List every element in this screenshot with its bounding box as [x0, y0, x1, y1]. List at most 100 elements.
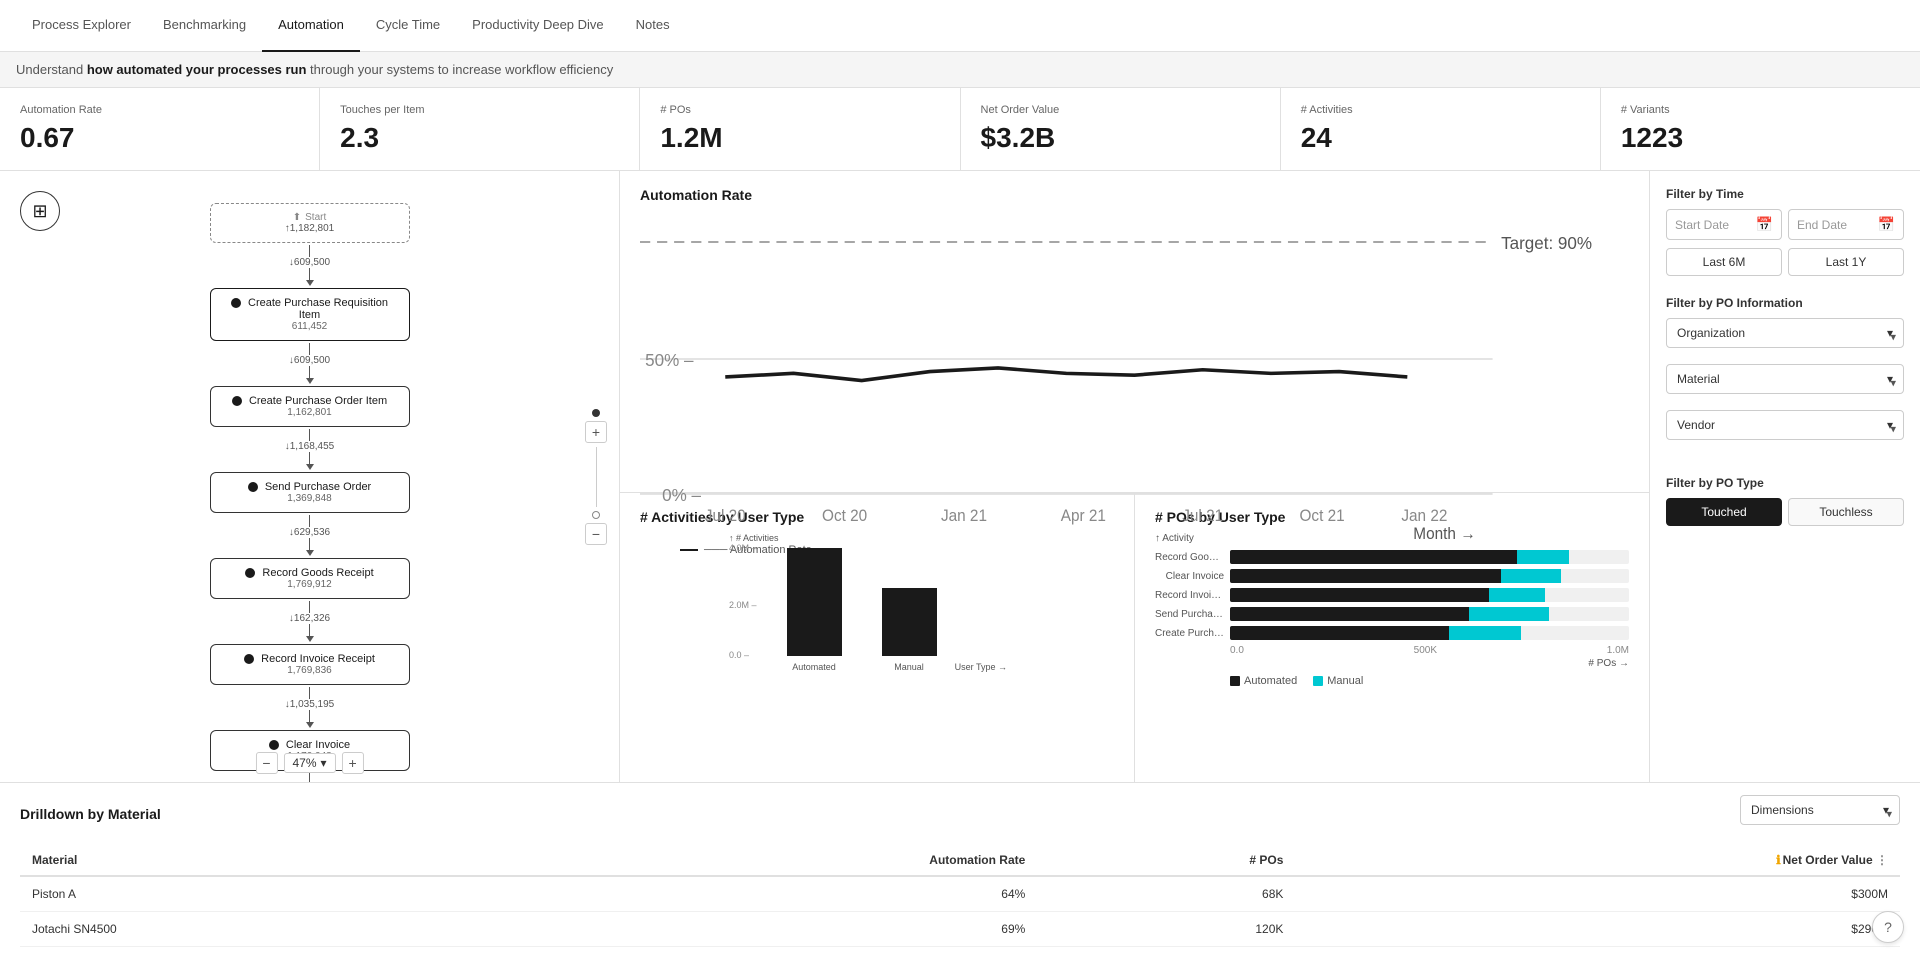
zoom-out-btn[interactable]: − — [585, 523, 607, 545]
clear-invoice-label: Clear Invoice — [286, 739, 350, 751]
ar-jotachi: 69% — [504, 912, 1038, 947]
kpi-pos: # POs 1.2M — [640, 88, 960, 170]
ar-chart-title: Automation Rate — [640, 187, 752, 203]
last-1y-btn[interactable]: Last 1Y — [1788, 248, 1904, 276]
x-label-oct21: Oct 21 — [1299, 508, 1344, 525]
flow-node-create-pr[interactable]: Create Purchase Requisition Item 611,452 — [210, 288, 410, 341]
app-root: Process Explorer Benchmarking Automation… — [0, 0, 1920, 959]
x-label-jan21: Jan 21 — [941, 508, 987, 525]
hbar-label-ci: Clear Invoice — [1155, 571, 1230, 582]
arrow2-label: ↓609,500 — [289, 355, 330, 366]
material-dropdown[interactable]: Material ▾ — [1666, 364, 1904, 394]
last-6m-btn[interactable]: Last 6M — [1666, 248, 1782, 276]
ar-line — [725, 368, 1407, 381]
hbar-auto-ri — [1230, 588, 1489, 602]
hbar-record-invoice: Record Invoice... — [1155, 588, 1629, 602]
col-automation-rate: Automation Rate — [504, 845, 1038, 876]
dot-clear-invoice — [269, 740, 279, 750]
right-filter-panel: Filter by Time Start Date 📅 End Date 📅 L… — [1650, 171, 1920, 782]
y-0: 0.0 – — [729, 650, 749, 660]
dimensions-dropdown[interactable]: Dimensions ▾ — [1740, 795, 1900, 825]
tab-notes[interactable]: Notes — [620, 0, 686, 52]
arrow3-label: ↓1,168,455 — [285, 441, 335, 452]
material-jotachi: Jotachi SN4500 — [20, 912, 504, 947]
touchless-btn[interactable]: Touchless — [1788, 498, 1904, 526]
process-panel: ⊞ + − ⬆ — [0, 171, 620, 782]
record-gr-label: Record Goods Receipt — [262, 567, 373, 579]
hbar-track-ri — [1230, 588, 1629, 602]
vendor-dropdown[interactable]: Vendor ▾ — [1666, 410, 1904, 440]
zoom-track — [596, 447, 597, 507]
hbar-manual-ri — [1489, 588, 1545, 602]
start-date-input[interactable]: Start Date 📅 — [1666, 209, 1782, 240]
tab-cycle-time[interactable]: Cycle Time — [360, 0, 456, 52]
vendor-chevron: ▾ — [1887, 418, 1893, 432]
zoom-decrease-btn[interactable]: − — [255, 752, 277, 774]
legend-manual: Manual — [1313, 675, 1363, 687]
hbar-label-rg: Record Goods... — [1155, 552, 1230, 563]
vendor-label: Vendor — [1677, 418, 1715, 432]
kpi-activities: # Activities 24 — [1281, 88, 1601, 170]
flow-node-record-gr[interactable]: Record Goods Receipt 1,769,912 — [210, 558, 410, 599]
flow-arrow-6: ↓1,035,195 — [285, 687, 335, 728]
tab-automation[interactable]: Automation — [262, 0, 360, 52]
activities-svg: 4.0M – 2.0M – 0.0 – ↑ # Activities Autom… — [640, 533, 1114, 673]
hbar-track-ci — [1230, 569, 1629, 583]
col-menu-icon[interactable]: ⋮ — [1876, 853, 1888, 867]
arrow6-label: ↓1,035,195 — [285, 699, 335, 710]
calendar-icon-start: 📅 — [1756, 216, 1773, 233]
legend-manual-label: Manual — [1327, 675, 1363, 687]
zoom-percentage: 47% — [292, 756, 316, 770]
zoom-increase-btn[interactable]: + — [342, 752, 364, 774]
x-label-0: 0.0 — [1230, 645, 1244, 656]
kpi-automation-rate-label: Automation Rate — [20, 104, 299, 116]
material-dropdown-wrapper: Material ▾ — [1666, 364, 1904, 402]
kpi-net-order-value: Net Order Value $3.2B — [961, 88, 1281, 170]
touched-btn[interactable]: Touched — [1666, 498, 1782, 526]
x-axis-usertype: User Type → — [955, 662, 1007, 672]
50pct-label: 50% – — [645, 350, 694, 371]
flow-node-create-po[interactable]: Create Purchase Order Item 1,162,801 — [210, 386, 410, 427]
hbar-track-rg — [1230, 550, 1629, 564]
kpi-nov-value: $3.2B — [981, 122, 1260, 154]
y-axis-label: ↑ # Activities — [729, 533, 779, 543]
tab-benchmarking[interactable]: Benchmarking — [147, 0, 262, 52]
flow-node-start[interactable]: ⬆ Start ↑1,182,801 — [210, 203, 410, 243]
kpi-pos-label: # POs — [660, 104, 939, 116]
hbar-manual-cp — [1449, 626, 1521, 640]
vendor-dropdown-wrapper: Vendor ▾ — [1666, 410, 1904, 448]
drilldown-header: Drilldown by Material Dimensions ▾ — [20, 795, 1900, 833]
flow-node-send-po[interactable]: Send Purchase Order 1,369,848 — [210, 472, 410, 513]
pos-legend: Automated Manual — [1230, 675, 1629, 687]
pos-piston-a: 68K — [1037, 876, 1295, 912]
center-panels: Automation Rate Target: 90% 50% – — [620, 171, 1650, 782]
x-label-automated: Automated — [792, 662, 836, 672]
send-po-label: Send Purchase Order — [265, 481, 371, 493]
kpi-activities-value: 24 — [1301, 122, 1580, 154]
x-label-jan22: Jan 22 — [1401, 508, 1447, 525]
table-row-piston-a[interactable]: Piston A 64% 68K $300M — [20, 876, 1900, 912]
organization-dropdown[interactable]: Organization ▾ — [1666, 318, 1904, 348]
kpi-activities-label: # Activities — [1301, 104, 1580, 116]
flow-arrow-4: ↓629,536 — [289, 515, 330, 556]
end-date-input[interactable]: End Date 📅 — [1788, 209, 1904, 240]
automation-rate-panel: Automation Rate Target: 90% 50% – — [620, 171, 1649, 493]
table-row-jotachi[interactable]: Jotachi SN4500 69% 120K $290M — [20, 912, 1900, 947]
tab-productivity-deep-dive[interactable]: Productivity Deep Dive — [456, 0, 620, 52]
panels-row: ⊞ + − ⬆ — [0, 171, 1920, 782]
help-icon[interactable]: ? — [1872, 911, 1904, 943]
pos-chart-area: ↑ Activity Record Goods... Clear Inv — [1155, 533, 1629, 687]
date-inputs-row: Start Date 📅 End Date 📅 — [1666, 209, 1904, 240]
ar-chart-svg: Target: 90% 50% – 0% – Jul 20 Oct 20 — [640, 215, 1629, 539]
zoom-controls: + − — [585, 409, 607, 545]
zoom-in-btn[interactable]: + — [585, 421, 607, 443]
create-po-label: Create Purchase Order Item — [249, 395, 387, 407]
kpi-variants-label: # Variants — [1621, 104, 1900, 116]
tab-process-explorer[interactable]: Process Explorer — [16, 0, 147, 52]
zoom-dropdown-icon[interactable]: ▾ — [321, 756, 327, 770]
hbar-auto-sp — [1230, 607, 1469, 621]
kpi-pos-value: 1.2M — [660, 122, 939, 154]
material-label: Material — [1677, 372, 1720, 386]
flow-node-record-ir[interactable]: Record Invoice Receipt 1,769,836 — [210, 644, 410, 685]
process-filter-icon[interactable]: ⊞ — [20, 191, 60, 231]
